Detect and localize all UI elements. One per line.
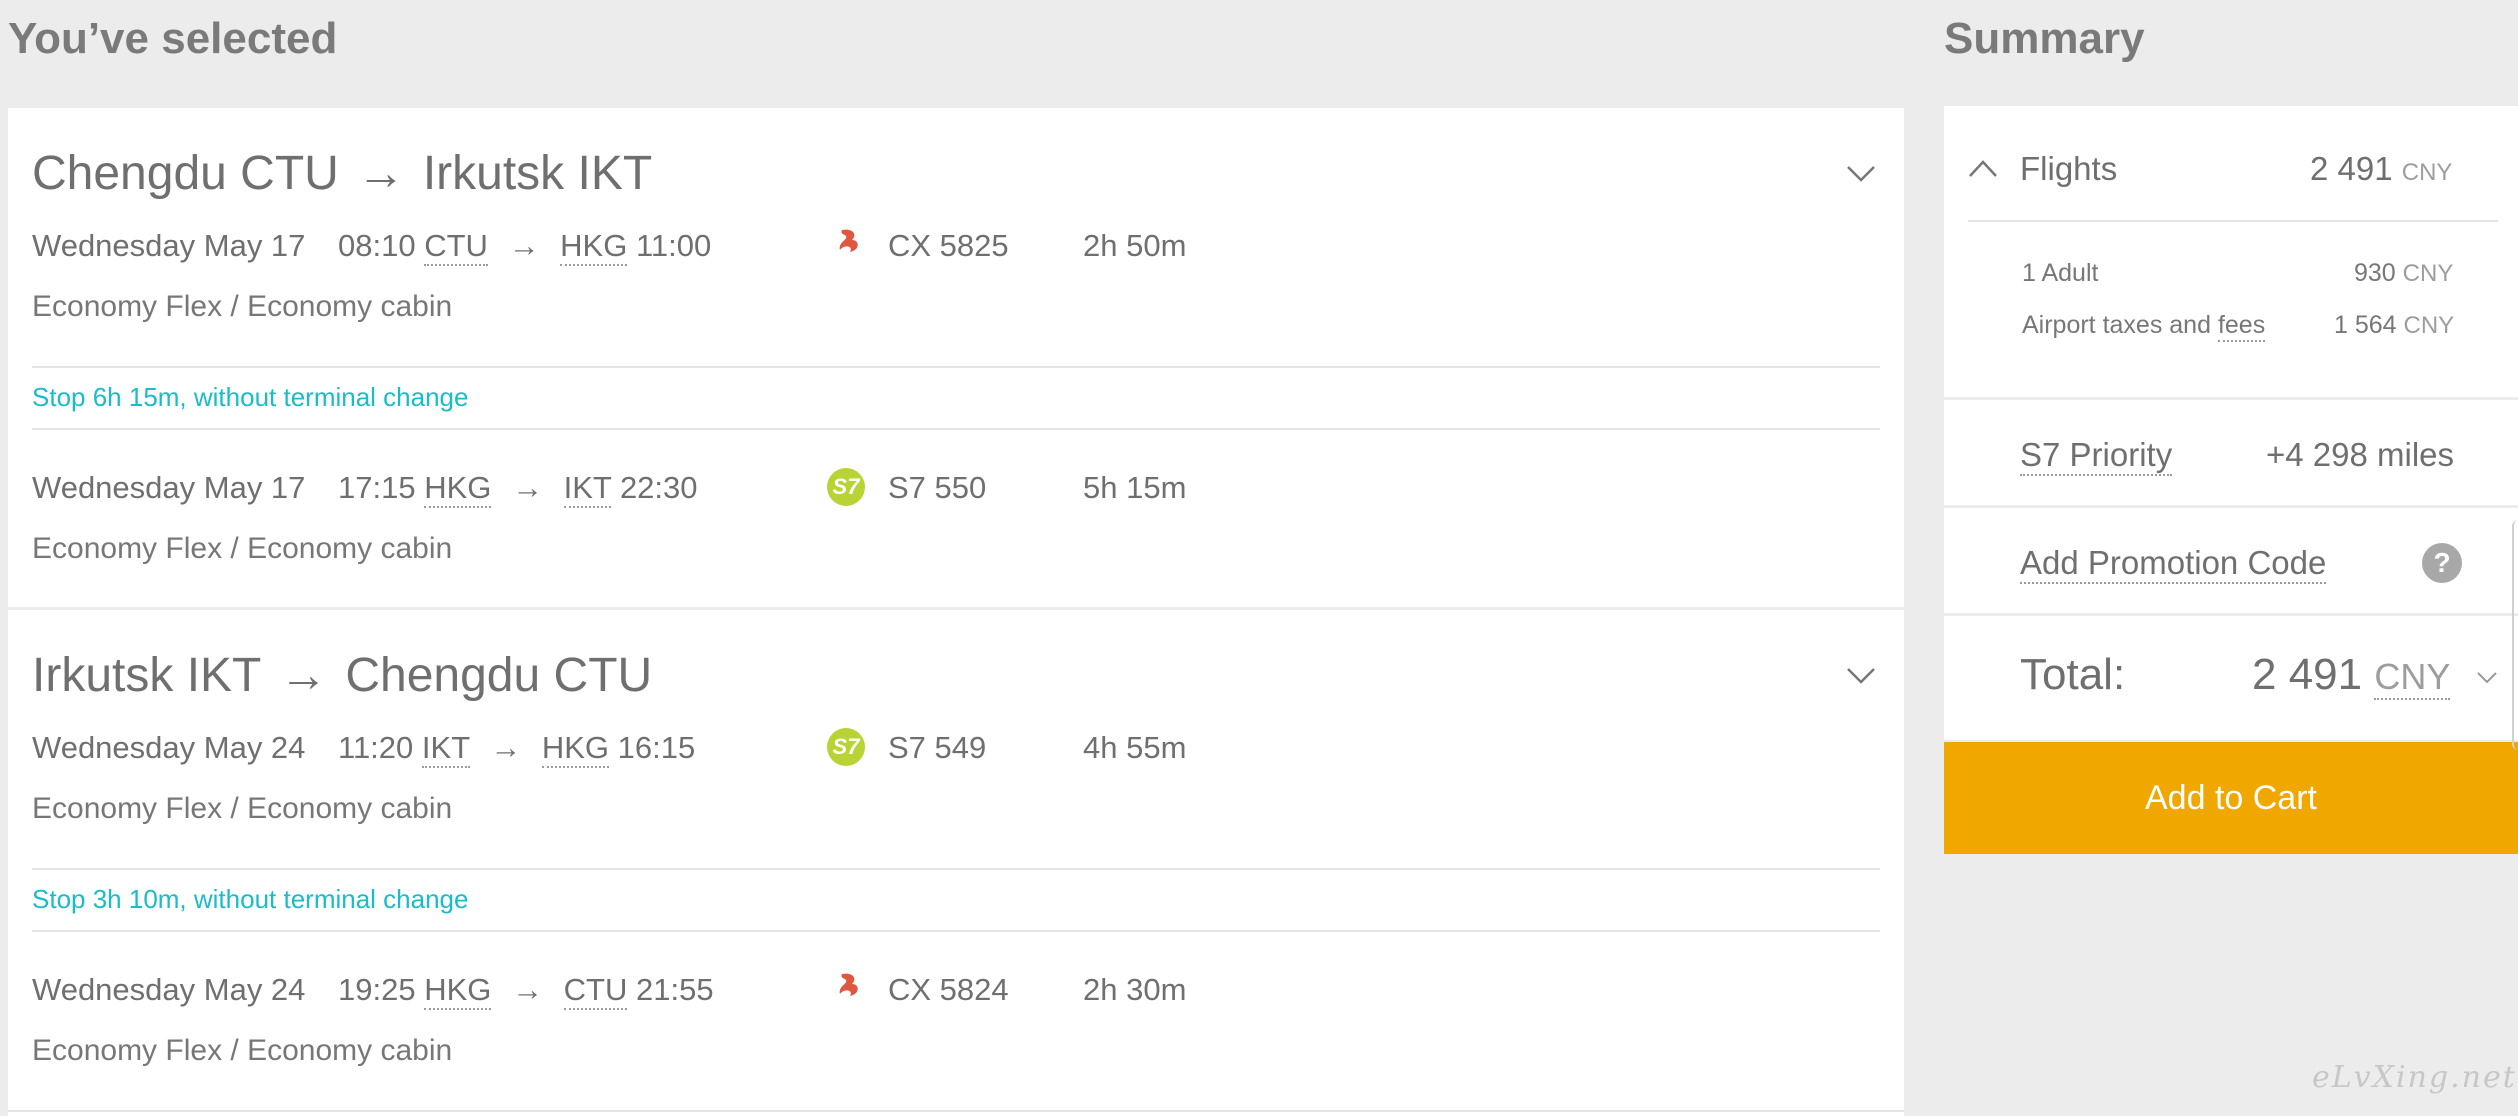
route-from: Chengdu CTU — [32, 147, 339, 200]
s7-priority-link[interactable]: S7 Priority — [2020, 436, 2173, 476]
cabin-class: Economy Flex / Economy cabin — [32, 532, 453, 565]
total-amount: 2 491 — [2252, 650, 2363, 699]
promo-code-label[interactable]: Add Promotion Code — [2020, 544, 2327, 584]
cabin-class: Economy Flex / Economy cabin — [32, 1034, 453, 1067]
arrow-right-icon: → — [490, 730, 522, 765]
arr-time: 21:55 — [635, 972, 714, 1007]
route-to: Chengdu CTU — [345, 649, 653, 702]
fees-link[interactable]: fees — [2217, 311, 2266, 342]
dep-time: 11:20 — [338, 730, 414, 765]
add-to-cart-button[interactable]: Add to Cart — [1944, 742, 2518, 854]
adult-label: 1 Adult — [2022, 259, 2099, 287]
total-amount-group: 2 491 CNY — [2252, 650, 2451, 700]
cabin-class: Economy Flex / Economy cabin — [32, 792, 453, 825]
divider — [32, 868, 1880, 870]
dep-time: 19:25 — [338, 972, 416, 1007]
segment-date: Wednesday May 24 — [32, 972, 306, 1007]
arr-time: 16:15 — [617, 730, 696, 765]
segment-times: 17:15 HKG → IKT 22:30 — [338, 470, 698, 508]
divider — [32, 428, 1880, 430]
stop-info: Stop 6h 15m, without terminal change — [32, 382, 469, 412]
arrow-right-icon: → — [508, 228, 540, 263]
cabin-class: Economy Flex / Economy cabin — [32, 290, 453, 323]
arr-airport-code[interactable]: IKT — [563, 470, 612, 508]
dep-time: 08:10 — [338, 228, 416, 263]
segment-date: Wednesday May 24 — [32, 730, 306, 765]
total-label: Total: — [2020, 650, 2126, 699]
arr-airport-code[interactable]: CTU — [563, 972, 628, 1010]
summary-panel — [1944, 106, 2518, 740]
flight-number: CX 5824 — [888, 972, 1009, 1007]
promo-code-link[interactable]: Add Promotion Code — [2020, 544, 2327, 584]
route-separator — [8, 607, 1904, 610]
priority-miles: +4 298 miles — [2266, 436, 2455, 473]
adult-price: 930 CNY — [2354, 259, 2453, 288]
arr-airport-code[interactable]: HKG — [541, 730, 610, 768]
route-title-return: Irkutsk IKT → Chengdu CTU — [32, 648, 652, 703]
dep-airport-code[interactable]: HKG — [424, 470, 492, 508]
dep-airport-code[interactable]: IKT — [421, 730, 470, 768]
divider — [8, 1110, 1904, 1112]
flight-duration: 2h 50m — [1083, 228, 1187, 263]
route-to: Irkutsk IKT — [422, 147, 653, 200]
taxes-label: Airport taxes and fees — [2022, 311, 2266, 342]
taxes-amount: 1 564 — [2334, 311, 2397, 339]
arrow-right-icon: → — [279, 649, 328, 702]
flights-label[interactable]: Flights — [2020, 150, 2117, 188]
route-from: Irkutsk IKT — [32, 649, 262, 702]
dep-airport-code[interactable]: CTU — [424, 228, 488, 266]
scrollbar[interactable] — [2512, 520, 2518, 750]
currency-label: CNY — [2403, 312, 2455, 339]
s7-priority-label[interactable]: S7 Priority — [2020, 436, 2173, 476]
dep-time: 17:15 — [338, 470, 416, 505]
flight-number: S7 550 — [888, 470, 987, 505]
cathay-logo-icon — [839, 229, 858, 252]
segment-date: Wednesday May 17 — [32, 470, 306, 505]
segment-date: Wednesday May 17 — [32, 228, 306, 263]
divider — [32, 930, 1880, 932]
stop-info: Stop 3h 10m, without terminal change — [32, 884, 469, 914]
chevron-up-icon[interactable] — [1968, 156, 1998, 180]
flights-amount: 2 491 — [2310, 150, 2393, 187]
divider — [32, 366, 1880, 368]
flight-duration: 4h 55m — [1083, 730, 1187, 765]
watermark: eLvXing.net — [2312, 1060, 2517, 1095]
currency-label: CNY — [2401, 159, 2453, 186]
segment-times: 19:25 HKG → CTU 21:55 — [338, 972, 714, 1010]
currency-label: CNY — [2402, 260, 2454, 287]
summary-separator — [1944, 613, 2518, 616]
selected-heading: You’ve selected — [8, 14, 338, 63]
chevron-down-icon[interactable] — [1846, 158, 1876, 188]
arr-time: 11:00 — [635, 228, 712, 263]
flight-number: S7 549 — [888, 730, 987, 765]
taxes-text: Airport taxes and — [2022, 311, 2211, 339]
arrow-right-icon: → — [512, 470, 544, 505]
summary-heading: Summary — [1944, 14, 2145, 63]
flights-total: 2 491 CNY — [2310, 150, 2452, 188]
summary-separator — [1944, 505, 2518, 508]
cathay-logo-icon — [839, 973, 858, 996]
flight-duration: 5h 15m — [1083, 470, 1187, 505]
help-icon[interactable]: ? — [2422, 543, 2462, 583]
s7-logo-icon: S7 — [827, 728, 865, 766]
chevron-down-icon[interactable] — [1846, 660, 1876, 690]
dep-airport-code[interactable]: HKG — [424, 972, 492, 1010]
chevron-down-icon[interactable] — [2476, 670, 2498, 686]
adult-amount: 930 — [2354, 259, 2396, 287]
currency-selector[interactable]: CNY — [2374, 656, 2451, 700]
flight-duration: 2h 30m — [1083, 972, 1187, 1007]
arr-time: 22:30 — [619, 470, 698, 505]
flight-number: CX 5825 — [888, 228, 1009, 263]
s7-logo-icon: S7 — [827, 468, 865, 506]
segment-times: 11:20 IKT → HKG 16:15 — [338, 730, 696, 768]
arrow-right-icon: → — [512, 972, 544, 1007]
route-title-outbound: Chengdu CTU → Irkutsk IKT — [32, 146, 652, 201]
summary-separator — [1944, 397, 2518, 400]
arrow-right-icon: → — [356, 147, 405, 200]
divider — [1968, 220, 2498, 222]
segment-times: 08:10 CTU → HKG 11:00 — [338, 228, 712, 266]
taxes-price: 1 564 CNY — [2334, 311, 2454, 340]
arr-airport-code[interactable]: HKG — [560, 228, 628, 266]
